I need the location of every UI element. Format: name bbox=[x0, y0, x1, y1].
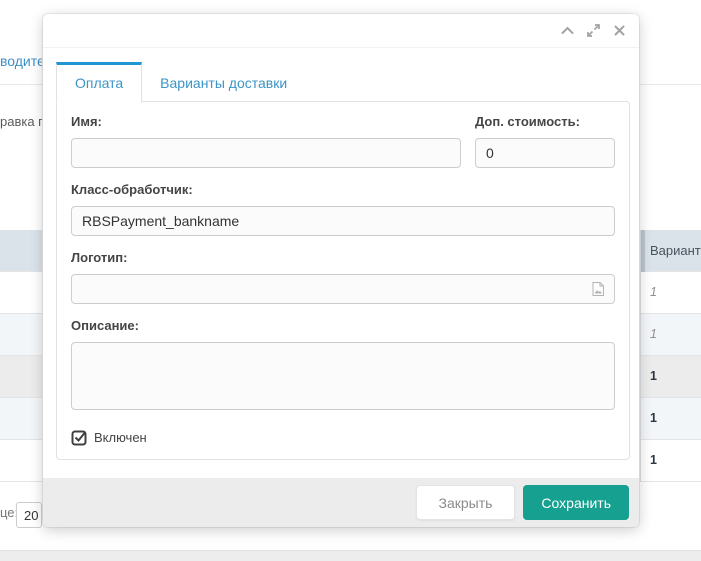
tab-payment[interactable]: Оплата bbox=[56, 62, 142, 103]
background-nav-link[interactable]: водите bbox=[0, 53, 45, 69]
table-cell-value: 1 bbox=[650, 453, 657, 467]
close-icon[interactable] bbox=[612, 24, 626, 38]
expand-icon[interactable] bbox=[586, 24, 600, 38]
tab-delivery-options[interactable]: Варианты доставки bbox=[142, 62, 305, 102]
enabled-checkbox[interactable] bbox=[71, 429, 88, 446]
table-column-border bbox=[640, 230, 641, 482]
page-size-input[interactable] bbox=[16, 502, 42, 528]
table-cell-value: 1 bbox=[650, 285, 657, 299]
table-cell-value: 1 bbox=[650, 411, 657, 425]
screen: водите равка п Вариант 1 1 1 1 1 це: bbox=[0, 0, 701, 561]
extra-cost-label: Доп. стоимость: bbox=[475, 114, 615, 129]
name-input[interactable] bbox=[71, 138, 461, 168]
description-label: Описание: bbox=[71, 318, 615, 333]
enabled-label: Включен bbox=[94, 430, 147, 445]
image-file-icon[interactable] bbox=[590, 281, 606, 302]
payment-method-modal: Оплата Варианты доставки Имя: Доп. стоим… bbox=[43, 14, 639, 527]
table-header-variants: Вариант bbox=[650, 243, 701, 258]
table-column-accent bbox=[641, 230, 645, 272]
modal-header bbox=[43, 14, 639, 48]
background-help-text: равка п bbox=[0, 114, 45, 129]
logo-input[interactable] bbox=[71, 274, 615, 304]
handler-class-input[interactable] bbox=[71, 206, 615, 236]
table-cell-value: 1 bbox=[650, 369, 657, 383]
extra-cost-input[interactable] bbox=[475, 138, 615, 168]
payment-tab-panel: Имя: Доп. стоимость: Класс-обработчик: Л… bbox=[56, 101, 630, 460]
table-cell-value: 1 bbox=[650, 327, 657, 341]
page-footer-bar bbox=[0, 550, 701, 561]
collapse-icon[interactable] bbox=[560, 24, 574, 38]
close-button[interactable]: Закрыть bbox=[416, 485, 516, 520]
description-textarea[interactable] bbox=[71, 342, 615, 410]
save-button[interactable]: Сохранить bbox=[523, 485, 629, 520]
logo-label: Логотип: bbox=[71, 250, 615, 265]
modal-tabs: Оплата Варианты доставки bbox=[56, 62, 639, 102]
name-label: Имя: bbox=[71, 114, 461, 129]
handler-class-label: Класс-обработчик: bbox=[71, 182, 615, 197]
enabled-row: Включен bbox=[71, 429, 615, 446]
modal-footer: Закрыть Сохранить bbox=[43, 478, 639, 527]
